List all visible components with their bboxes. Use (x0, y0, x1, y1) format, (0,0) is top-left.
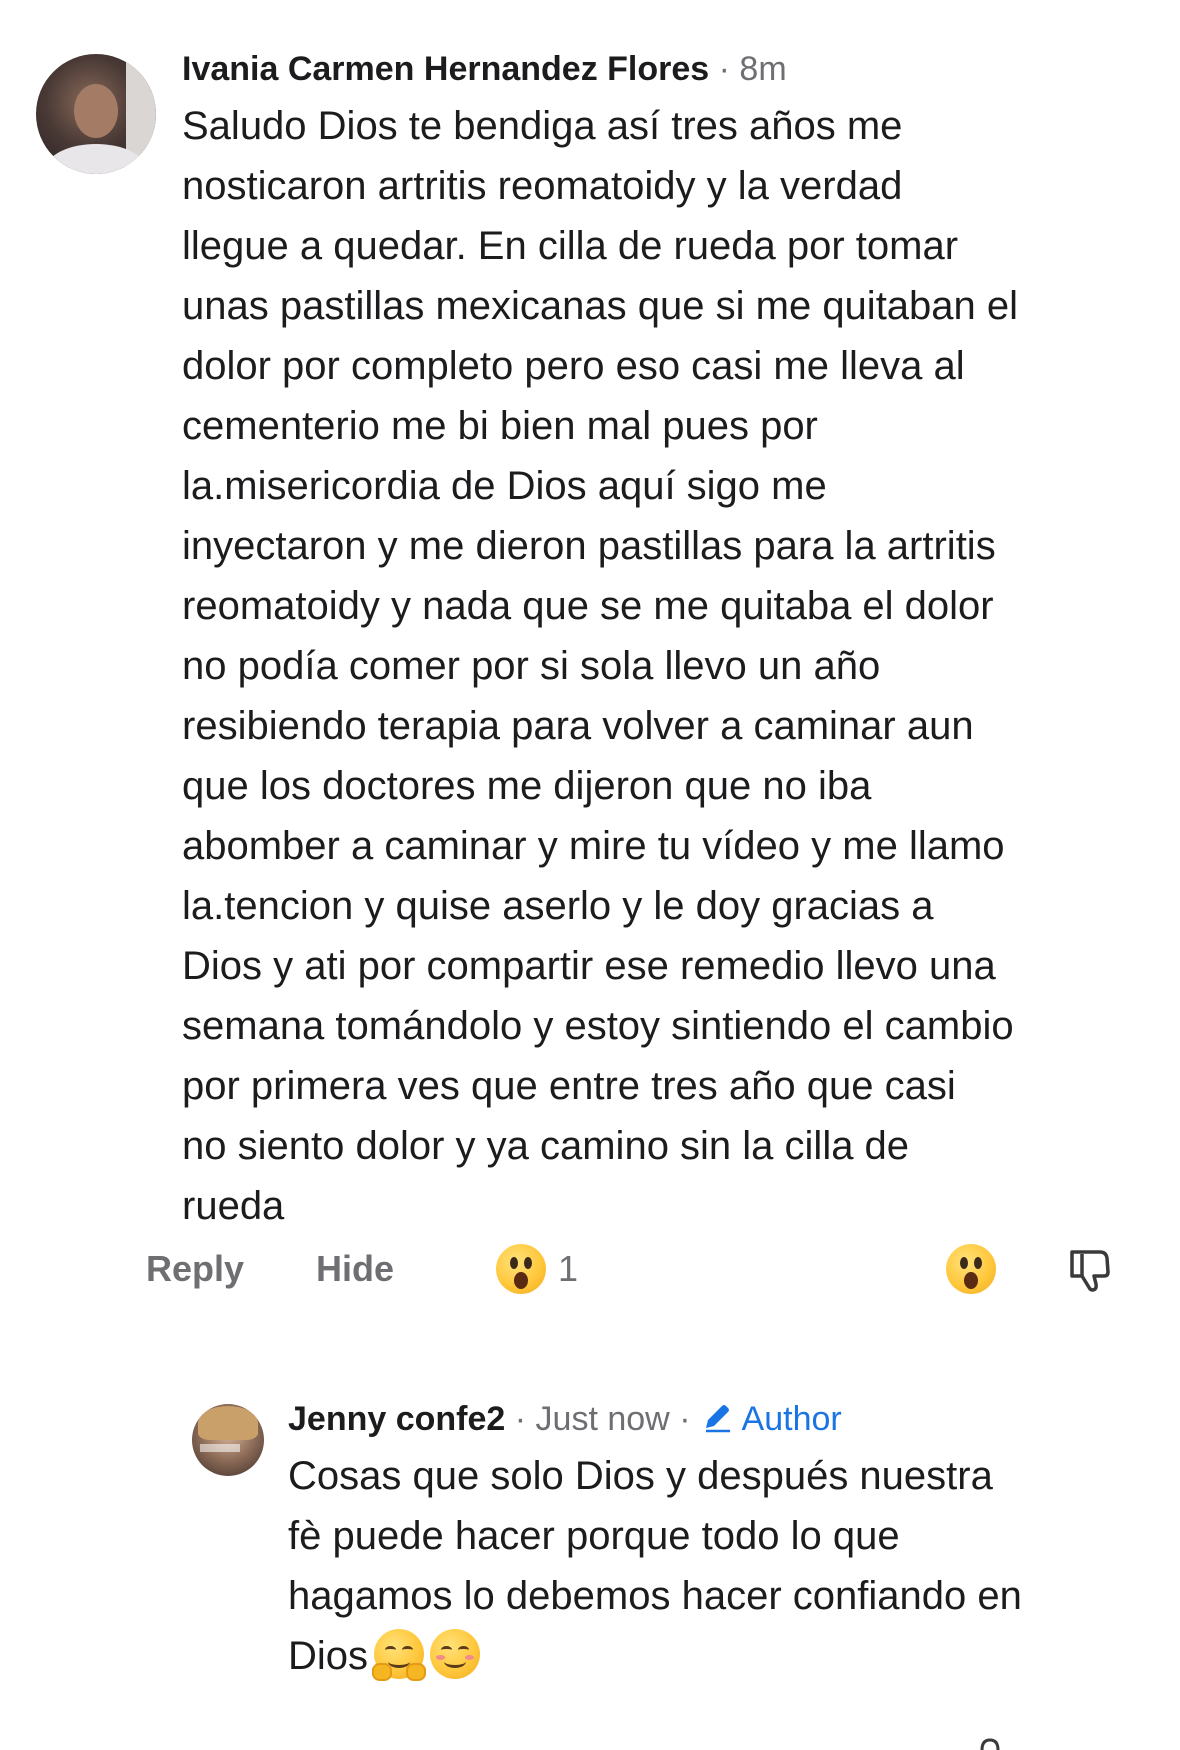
reply-text-block: Cosas que solo Dios y después nuestra fè… (288, 1446, 1148, 1686)
comment-timestamp: 8m (739, 50, 787, 88)
comment-body: Ivania Carmen Hernandez Flores · 8m Salu… (182, 46, 1172, 1236)
smiling-face-emoji-icon (430, 1629, 481, 1679)
react-surprised-icon[interactable] (946, 1244, 996, 1294)
hide-button[interactable]: Hide (316, 1248, 394, 1290)
comment-author-name[interactable]: Ivania Carmen Hernandez Flores (182, 50, 709, 88)
surprised-face-emoji-icon[interactable] (496, 1244, 546, 1294)
pencil-icon (705, 1405, 730, 1433)
reply-author-avatar[interactable] (192, 1404, 264, 1476)
comment-meta: Ivania Carmen Hernandez Flores · 8m (182, 46, 1172, 92)
meta-separator: · (679, 1400, 691, 1438)
reply-author-name[interactable]: Jenny confe2 (288, 1400, 505, 1438)
commenter-avatar[interactable] (36, 54, 156, 174)
reply-timestamp: Just now (535, 1400, 670, 1438)
comment-text: Saludo Dios te bendiga así tres años me … (182, 104, 1019, 1228)
reply-meta: Jenny confe2 · Just now · Author (288, 1396, 1148, 1442)
meta-separator: · (718, 50, 730, 88)
author-badge: Author (700, 1400, 842, 1438)
reply-button[interactable]: Reply (146, 1248, 244, 1290)
comment-actions: Reply Hide 1 (146, 1240, 1136, 1300)
reaction-count[interactable]: 1 (558, 1248, 578, 1290)
reply-body: Jenny confe2 · Just now · Author Cosas q… (288, 1396, 1148, 1686)
meta-separator: · (514, 1400, 527, 1438)
partial-icon (980, 1738, 1000, 1750)
author-badge-label: Author (741, 1400, 842, 1438)
hugging-face-emoji-icon (372, 1629, 427, 1681)
thumbs-down-icon[interactable] (1064, 1242, 1116, 1294)
